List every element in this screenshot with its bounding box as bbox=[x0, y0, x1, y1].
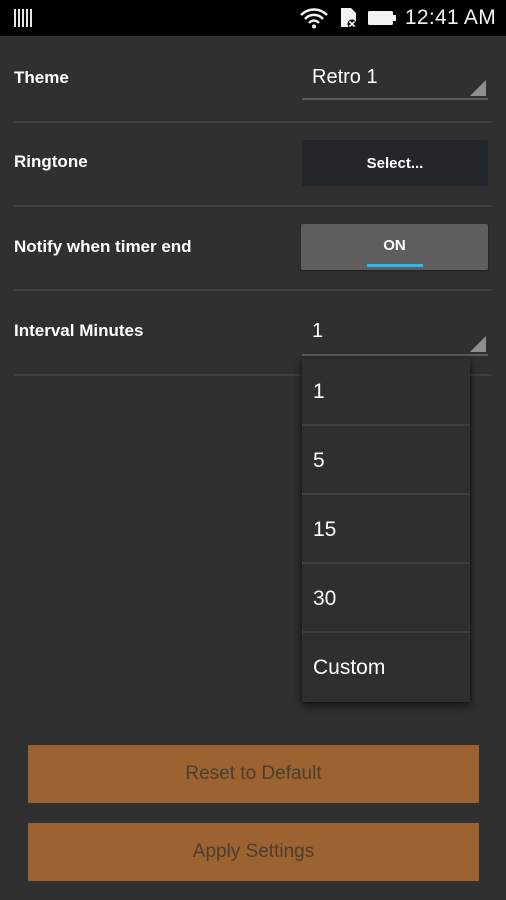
ringtone-select-button[interactable]: Select... bbox=[302, 140, 488, 186]
notify-toggle[interactable]: ON bbox=[301, 224, 488, 270]
toggle-indicator bbox=[367, 264, 423, 267]
dropdown-option-label: 30 bbox=[313, 587, 337, 610]
battery-icon bbox=[367, 9, 397, 27]
interval-spinner[interactable]: 1 bbox=[302, 318, 488, 356]
status-bar: 12:41 AM bbox=[0, 0, 506, 36]
dropdown-option[interactable]: 5 bbox=[302, 427, 470, 495]
dropdown-option-label: 1 bbox=[313, 380, 325, 403]
dropdown-option-label: Custom bbox=[313, 656, 386, 679]
divider bbox=[14, 289, 492, 291]
status-icons: 12:41 AM bbox=[299, 0, 496, 36]
theme-label: Theme bbox=[14, 68, 69, 87]
sim-card-icon bbox=[337, 6, 359, 30]
reset-to-default-button[interactable]: Reset to Default bbox=[28, 745, 479, 803]
notify-toggle-label: ON bbox=[383, 237, 406, 254]
status-time: 12:41 AM bbox=[404, 6, 496, 29]
dropdown-option[interactable]: 15 bbox=[302, 496, 470, 564]
dropdown-option[interactable]: 30 bbox=[302, 565, 470, 633]
dropdown-option[interactable]: 1 bbox=[302, 358, 470, 426]
interval-value: 1 bbox=[312, 320, 324, 342]
divider bbox=[14, 205, 492, 207]
interval-dropdown-menu: 1 5 15 30 Custom bbox=[302, 358, 470, 702]
theme-value: Retro 1 bbox=[312, 66, 378, 88]
dropdown-option-label: 15 bbox=[313, 518, 337, 541]
divider bbox=[14, 121, 492, 123]
barcode-icon bbox=[14, 9, 32, 27]
dropdown-option[interactable]: Custom bbox=[302, 634, 470, 702]
ringtone-label: Ringtone bbox=[14, 152, 88, 171]
dropdown-arrow-icon bbox=[470, 336, 486, 352]
dropdown-option-label: 5 bbox=[313, 449, 325, 472]
theme-spinner[interactable]: Retro 1 bbox=[302, 66, 488, 100]
wifi-icon bbox=[299, 7, 329, 29]
apply-settings-button[interactable]: Apply Settings bbox=[28, 823, 479, 881]
dropdown-arrow-icon bbox=[470, 80, 486, 96]
notify-label: Notify when timer end bbox=[14, 237, 192, 256]
interval-label: Interval Minutes bbox=[14, 321, 144, 340]
